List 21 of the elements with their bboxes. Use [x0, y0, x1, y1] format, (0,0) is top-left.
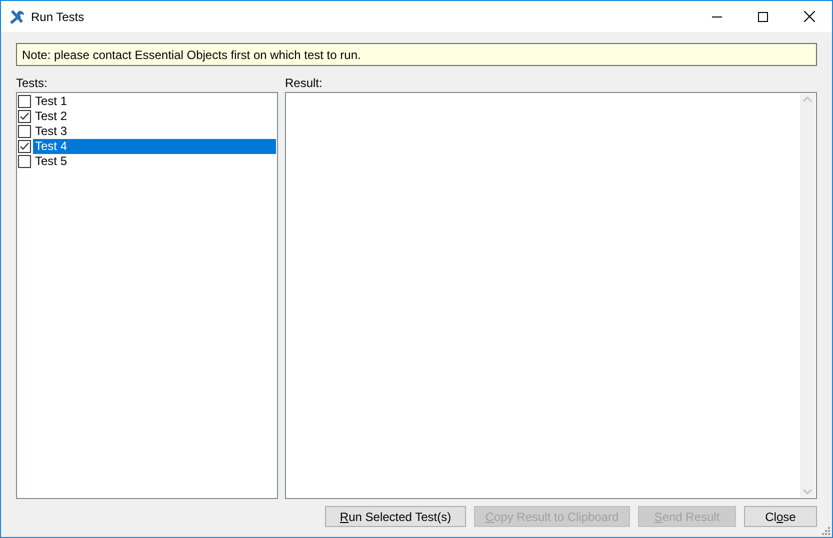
test-item[interactable]: Test 4: [33, 139, 276, 154]
close-icon: [804, 11, 814, 22]
tests-label: Tests:: [16, 76, 48, 91]
tools-icon: [9, 8, 25, 24]
checkbox[interactable]: [18, 155, 31, 168]
test-item[interactable]: Test 2: [33, 109, 276, 124]
checkbox[interactable]: [18, 95, 31, 108]
test-item[interactable]: Test 3: [33, 124, 276, 139]
result-label: Result:: [285, 76, 324, 91]
window-title: Run Tests: [31, 8, 84, 26]
maximize-icon: [758, 12, 768, 22]
tests-list[interactable]: Test 1 Test 2 Test 3 Test 4 Test 5: [16, 92, 278, 499]
test-item[interactable]: Test 1: [33, 94, 276, 109]
note-banner: Note: please contact Essential Objects first on which test to run.: [16, 43, 817, 66]
checkbox[interactable]: [18, 140, 31, 153]
checkbox[interactable]: [18, 110, 31, 123]
close-dialog-button[interactable]: Close: [744, 506, 817, 527]
checkbox[interactable]: [18, 125, 31, 138]
run-selected-button[interactable]: Run Selected Test(s): [325, 506, 466, 527]
resize-grip-icon[interactable]: [820, 525, 830, 535]
test-item[interactable]: Test 5: [33, 154, 276, 169]
